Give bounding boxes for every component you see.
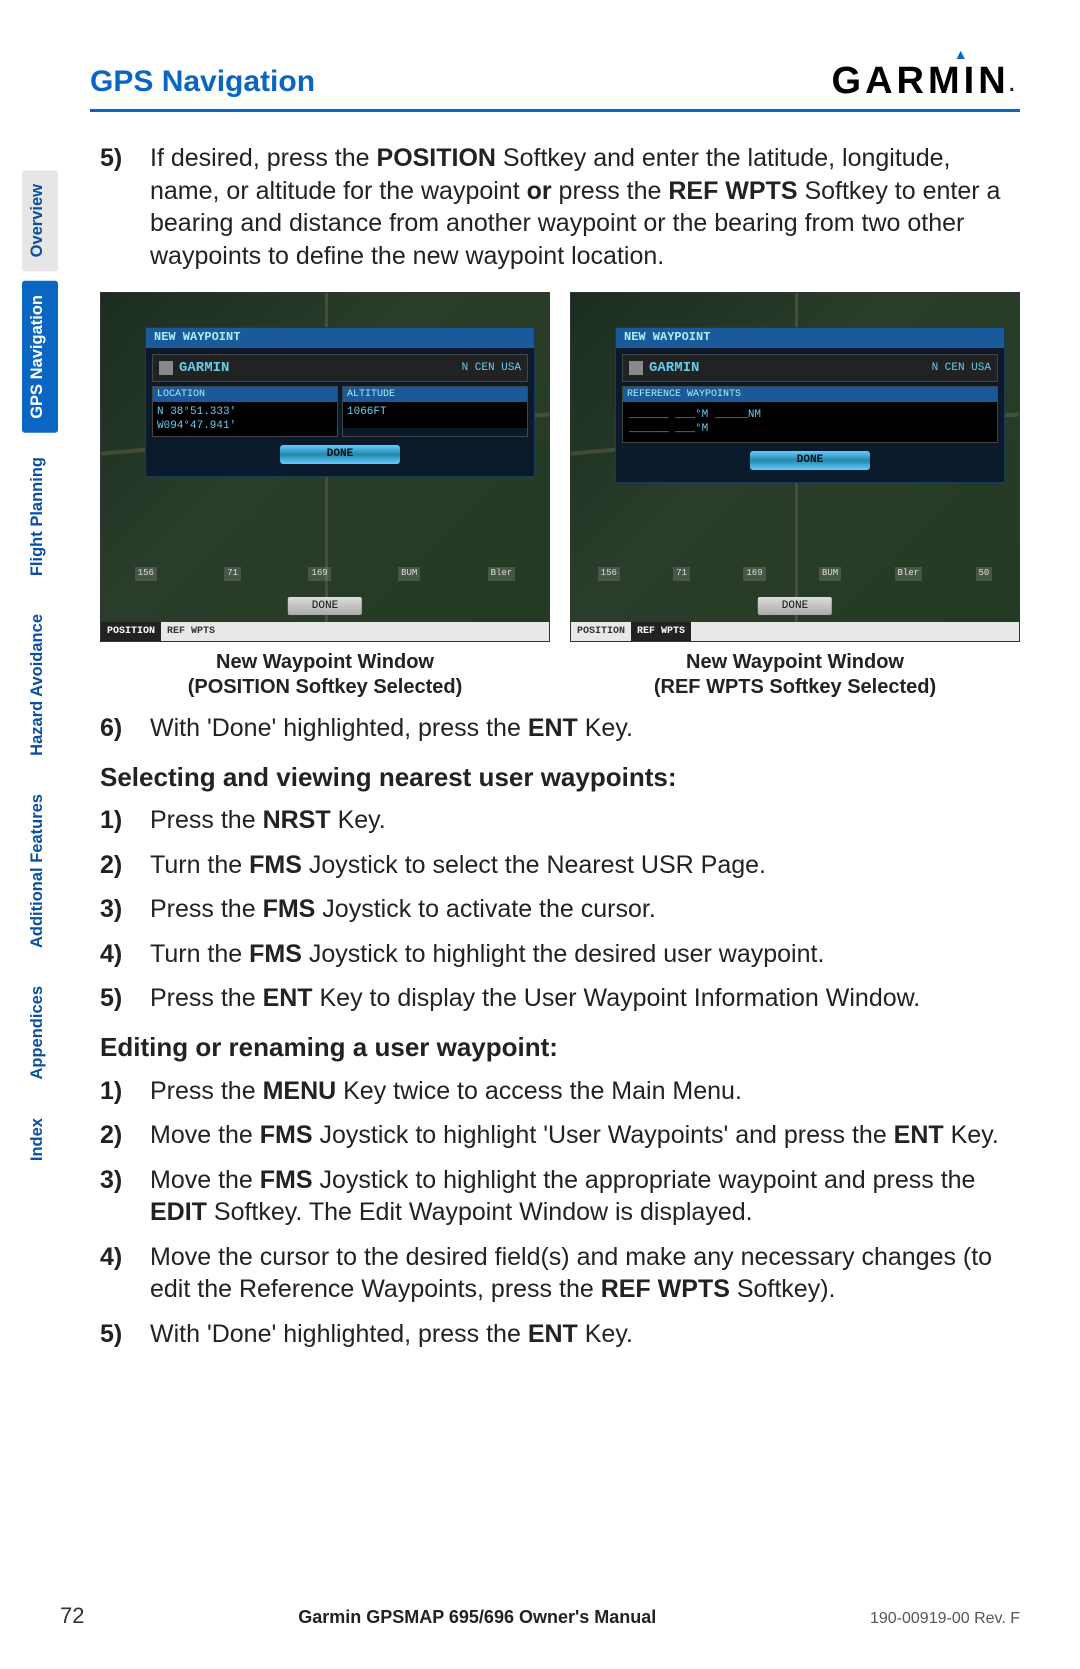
step-5: 5) If desired, press the POSITION Softke…: [100, 142, 1020, 272]
list-item: 2)Move the FMS Joystick to highlight 'Us…: [100, 1119, 1020, 1152]
map-marker: 71: [673, 567, 690, 581]
step-6: 6) With 'Done' highlighted, press the EN…: [100, 712, 1020, 745]
softkey-refwpts[interactable]: REF WPTS: [161, 622, 221, 641]
map-marker: Bler: [488, 567, 516, 581]
sidebar-item[interactable]: Hazard Avoidance: [22, 600, 58, 770]
footer-revision: 190-00919-00 Rev. F: [870, 1610, 1020, 1628]
subheading-selecting: Selecting and viewing nearest user waypo…: [100, 761, 1020, 795]
map-marker: Bler: [895, 567, 923, 581]
list-item: 4)Move the cursor to the desired field(s…: [100, 1241, 1020, 1306]
logo-triangle-icon: ▲: [954, 46, 972, 62]
map-marker: BUM: [819, 567, 841, 581]
map-marker: 156: [598, 567, 620, 581]
map-marker: BUM: [398, 567, 420, 581]
sidebar-tabs: Overview GPS Navigation Flight Planning Haz…: [22, 170, 58, 1175]
figure-refwpts: NEW WAYPOINT GARMIN N CEN USA REFERENCE …: [570, 292, 1020, 700]
map-marker: 71: [224, 567, 241, 581]
dialog-title: NEW WAYPOINT: [616, 328, 1004, 348]
sidebar-item[interactable]: Flight Planning: [22, 443, 58, 590]
page-number: 72: [60, 1603, 84, 1629]
softkey-refwpts[interactable]: REF WPTS: [631, 622, 691, 641]
sidebar-item[interactable]: Appendices: [22, 972, 58, 1094]
list-item: 4)Turn the FMS Joystick to highlight the…: [100, 938, 1020, 971]
list-item: 3)Move the FMS Joystick to highlight the…: [100, 1164, 1020, 1229]
sidebar-item[interactable]: Index: [22, 1104, 58, 1175]
section-title: GPS Navigation: [90, 65, 315, 99]
list-item: 3)Press the FMS Joystick to activate the…: [100, 893, 1020, 926]
map-marker: 50: [976, 567, 993, 581]
header-rule: [90, 109, 1020, 112]
list-item: 5)With 'Done' highlighted, press the ENT…: [100, 1318, 1020, 1351]
map-marker: 169: [308, 567, 330, 581]
list-item: 1)Press the NRST Key.: [100, 804, 1020, 837]
figure-position: NEW WAYPOINT GARMIN N CEN USA LOCATION N: [100, 292, 550, 700]
list-item: 2)Turn the FMS Joystick to select the Ne…: [100, 849, 1020, 882]
dialog-title: NEW WAYPOINT: [146, 328, 534, 348]
sidebar-item[interactable]: Additional Features: [22, 780, 58, 962]
dialog-done-button[interactable]: DONE: [280, 445, 400, 463]
map-marker: 169: [743, 567, 765, 581]
softkey-position[interactable]: POSITION: [571, 622, 631, 641]
waypoint-flag-icon: [159, 361, 173, 375]
map-marker: 156: [135, 567, 157, 581]
dialog-done-button[interactable]: DONE: [750, 451, 870, 469]
waypoint-flag-icon: [629, 361, 643, 375]
subheading-editing: Editing or renaming a user waypoint:: [100, 1031, 1020, 1065]
sidebar-item[interactable]: Overview: [22, 170, 58, 271]
garmin-logo: GARMIN ▲ .: [832, 60, 1020, 103]
softkey-position[interactable]: POSITION: [101, 622, 161, 641]
footer-title: Garmin GPSMAP 695/696 Owner's Manual: [298, 1607, 656, 1628]
sidebar-item[interactable]: GPS Navigation: [22, 281, 58, 433]
screen-done-button[interactable]: DONE: [288, 597, 362, 615]
screen-done-button[interactable]: DONE: [758, 597, 832, 615]
list-item: 5)Press the ENT Key to display the User …: [100, 982, 1020, 1015]
list-item: 1)Press the MENU Key twice to access the…: [100, 1075, 1020, 1108]
